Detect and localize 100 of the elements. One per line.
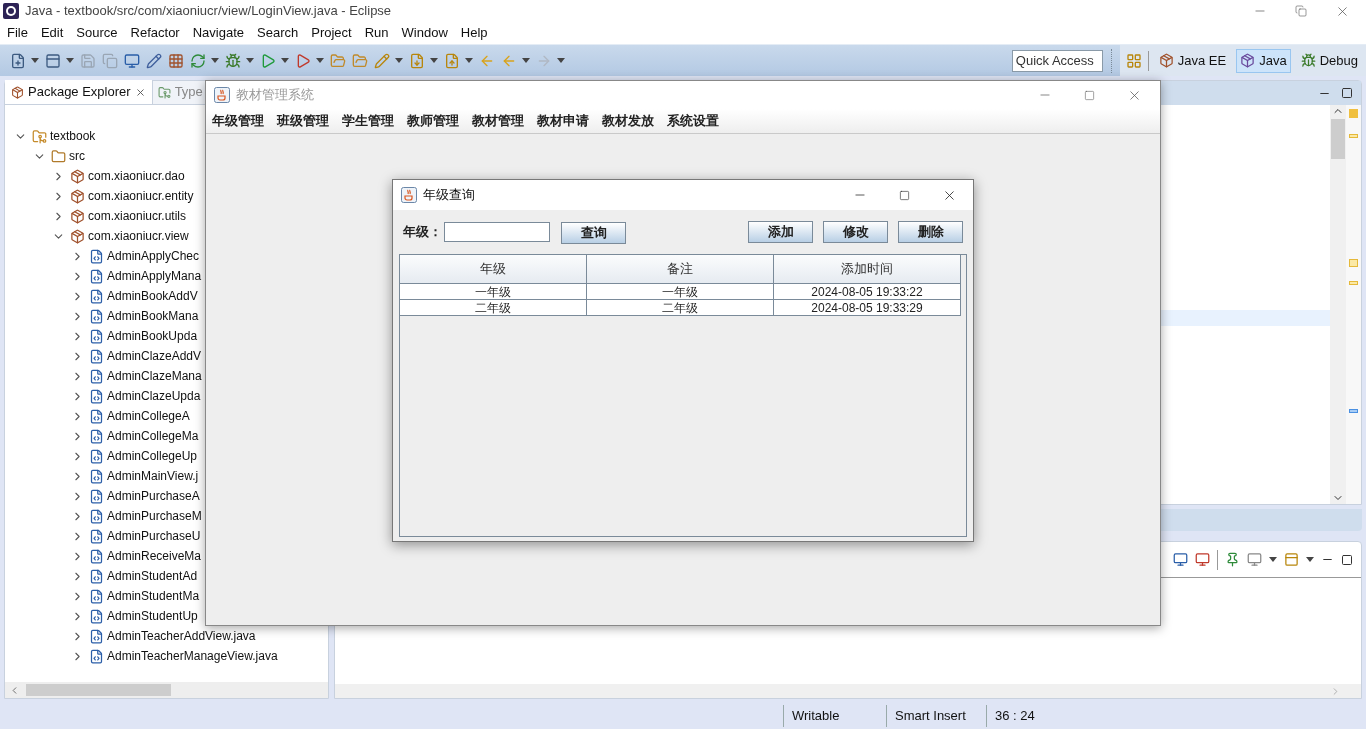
status-text: 36 : 24 [995,706,1035,725]
file-icon [89,548,104,564]
grid-icon[interactable] [168,52,184,69]
file-icon [89,388,104,404]
column-header[interactable]: 年级 [400,255,587,284]
menu-item[interactable]: 教材申请 [537,111,589,131]
tree-item[interactable]: com.xiaoniucr.entity [88,187,194,205]
tree-item[interactable]: textbook [50,127,96,145]
grade-input-field[interactable] [444,222,550,242]
dialog-button[interactable]: 添加 [748,221,813,243]
tree-item[interactable]: src [69,147,85,165]
tree-item[interactable]: AdminCollegeA [107,407,190,425]
tree-item[interactable]: AdminReceiveMa [107,547,202,565]
tree-item[interactable]: com.xiaoniucr.view [88,227,189,245]
vertical-scrollbar[interactable] [1330,105,1346,504]
tree-item[interactable]: AdminClazeAddV [107,347,202,365]
tree-item[interactable]: AdminPurchaseU [107,527,201,545]
horizontal-scrollbar[interactable] [5,682,328,698]
dialog-button[interactable]: 删除 [898,221,963,243]
caret-icon[interactable] [522,58,530,63]
eclipse-icon [3,3,19,19]
menu-item[interactable]: Search [257,23,299,43]
file-icon [89,608,104,624]
tree-item[interactable]: AdminTeacherManageView.java [107,647,278,665]
tree-item[interactable]: AdminClazeUpda [107,387,201,405]
caret-icon[interactable] [66,58,74,63]
column-header[interactable]: 添加时间 [774,255,961,284]
tree-item[interactable]: AdminCollegeUp [107,447,198,465]
menu-item[interactable]: File [7,23,28,43]
monitor-icon[interactable] [1173,552,1188,567]
menu-item[interactable]: 班级管理 [277,111,329,131]
menu-item[interactable]: Project [311,23,352,43]
horizontal-scrollbar[interactable] [335,684,1361,698]
caret-icon[interactable] [246,58,254,63]
tree-item[interactable]: AdminClazeMana [107,367,202,385]
menu-item[interactable]: 年级管理 [212,111,264,131]
quick-access-field[interactable]: Quick Access [1011,49,1103,72]
menu-item[interactable]: Refactor [130,23,180,43]
perspective-button[interactable]: Debug [1296,48,1362,73]
bug-icon[interactable] [225,52,241,69]
perspective-button[interactable]: Java EE [1154,48,1231,73]
maximize-icon[interactable] [1341,87,1353,99]
monitor-icon[interactable] [1195,552,1210,567]
caret-icon[interactable] [395,58,403,63]
pencil-icon[interactable] [146,52,162,69]
menu-item[interactable]: Edit [40,23,64,43]
run-tool-icon[interactable] [295,52,311,69]
maximize-icon[interactable] [1341,553,1353,566]
scrollbar-thumb[interactable] [1331,119,1345,159]
menu-item[interactable]: 学生管理 [342,111,394,131]
file-icon [89,448,104,464]
tree-item[interactable]: com.xiaoniucr.utils [88,207,187,225]
caret-icon[interactable] [1269,557,1277,562]
tree-item[interactable]: AdminBookMana [107,307,199,325]
caret-icon[interactable] [557,58,565,63]
caret-icon[interactable] [316,58,324,63]
dialog-button[interactable]: 修改 [823,221,888,243]
menu-item[interactable]: Window [401,23,448,43]
column-header[interactable]: 备注 [587,255,774,284]
tree-item[interactable]: AdminStudentMa [107,587,200,605]
menu-item[interactable]: Source [76,23,118,43]
monitor-icon[interactable] [1247,552,1262,567]
menu-item[interactable]: 教师管理 [407,111,459,131]
menu-item[interactable]: 教材发放 [602,111,654,131]
dialog-button[interactable]: 查询 [561,221,626,244]
tree-item[interactable]: AdminPurchaseA [107,487,200,505]
tree-item[interactable]: AdminApplyMana [107,267,202,285]
tree-item[interactable]: AdminCollegeMa [107,427,199,445]
tree-item[interactable]: AdminPurchaseM [107,507,202,525]
menu-item[interactable]: 系统设置 [667,111,719,131]
scrollbar-thumb[interactable] [26,684,171,696]
caret-icon[interactable] [281,58,289,63]
view-tab[interactable]: Package Explorer [5,80,153,104]
tree-item[interactable]: AdminStudentAd [107,567,198,585]
tree-item[interactable]: AdminBookAddV [107,287,198,305]
caret-icon[interactable] [465,58,473,63]
tree-item[interactable]: AdminTeacherAddView.java [107,627,256,645]
close-icon[interactable] [134,86,146,98]
new-window-icon[interactable] [1284,552,1299,567]
tree-item[interactable]: com.xiaoniucr.dao [88,167,185,185]
tree-item[interactable]: AdminMainView.j [107,467,199,485]
menu-item[interactable]: 教材管理 [472,111,524,131]
menu-item[interactable]: Help [460,23,488,43]
open-perspective-icon[interactable] [1125,52,1142,69]
monitor-icon[interactable] [124,52,140,69]
perspective-button[interactable]: Java [1236,48,1291,73]
refresh-icon[interactable] [190,52,206,69]
caret-icon[interactable] [31,58,39,63]
table-cell: 二年级 [400,300,587,316]
caret-icon[interactable] [211,58,219,63]
new-file-icon[interactable] [10,52,26,69]
package-icon [1158,53,1174,68]
tree-item[interactable]: AdminStudentUp [107,607,198,625]
caret-icon[interactable] [1306,557,1314,562]
pin-icon[interactable] [1225,552,1240,567]
tree-item[interactable]: AdminBookUpda [107,327,198,345]
menu-item[interactable]: Run [364,23,389,43]
tree-item[interactable]: AdminApplyChec [107,247,200,265]
caret-icon[interactable] [430,58,438,63]
menu-item[interactable]: Navigate [192,23,244,43]
